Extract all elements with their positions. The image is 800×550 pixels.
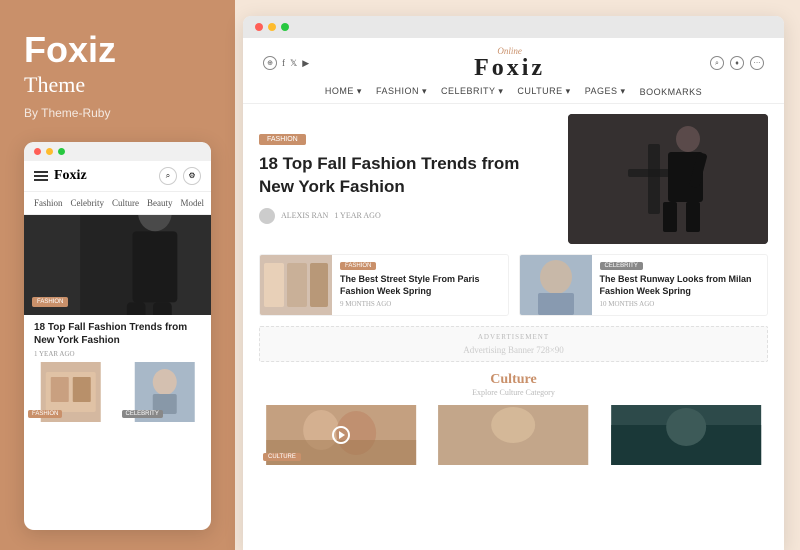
mobile-thumb-1: FASHION [24,362,118,422]
search-icon[interactable]: ⌕ [710,56,724,70]
brand-subtitle: Theme [24,72,211,98]
hamburger-icon[interactable] [34,171,48,181]
desk-dot-red [255,23,263,31]
nav-culture[interactable]: CULTURE ▾ [517,86,570,97]
mobile-meta-time: 1 YEAR AGO [34,350,75,358]
dot-red [34,148,41,155]
mobile-thumb1-badge: FASHION [28,410,62,418]
card1-meta: 9 MONTHS AGO [340,300,500,308]
culture-title: Culture [490,372,536,388]
mobile-thumb2-badge: CELEBRITY [122,410,163,418]
brand-name: Foxiz [24,30,211,70]
left-panel: Foxiz Theme By Theme-Ruby Foxiz ⌕ ⚙ Fash… [0,0,235,550]
culture-card-1: CULTURE [259,405,423,465]
hero-author: ALEXIS RAN [281,211,328,220]
nav-home[interactable]: HOME ▾ [325,86,362,97]
hero-tag: FASHION [259,134,306,145]
ad-banner: ADVERTISEMENT Advertising Banner 728×90 [259,326,768,362]
mobile-nav: Fashion Celebrity Culture Beauty Model [24,192,211,215]
mobile-header-right: ⌕ ⚙ [159,167,201,185]
article-card-1: FASHION The Best Street Style From Paris… [259,254,509,316]
mobile-thumbnails: FASHION CELEBRITY [24,362,211,422]
culture-cards: CULTURE [259,405,768,465]
culture-card-2 [431,405,595,465]
mobile-hero-meta: 1 YEAR AGO [34,350,201,358]
search-icon[interactable]: ⌕ [159,167,177,185]
card2-time: 10 MONTHS AGO [600,300,655,308]
nav-bookmarks[interactable]: BOOKMARKS [640,87,703,97]
desktop-header: ⊕ f 𝕏 ▶ Online Foxiz ⌕ ♦ ··· HOME ▾ FASH… [243,38,784,104]
mobile-thumb-2: CELEBRITY [118,362,212,422]
culture-section: Culture Explore Culture Category CULTUR [259,372,768,465]
ad-content: Advertising Banner 728×90 [266,345,761,355]
hero-image [568,114,768,244]
desktop-header-right-icons: ⌕ ♦ ··· [710,56,764,70]
desktop-logo-main: Foxiz [474,56,545,80]
hero-section: FASHION 18 Top Fall Fashion Trends from … [259,114,768,244]
desktop-logo-wrap: Online Foxiz [474,46,545,80]
dot-yellow [46,148,53,155]
culture-subtitle: Explore Culture Category [472,388,555,397]
settings-icon[interactable]: ⚙ [183,167,201,185]
mobile-header: Foxiz ⌕ ⚙ [24,161,211,192]
nav-celebrity[interactable]: CELEBRITY ▾ [441,86,503,97]
author-avatar [259,208,275,224]
mobile-nav-beauty[interactable]: Beauty [147,198,173,208]
ad-label: ADVERTISEMENT [266,333,761,341]
desktop-body: FASHION 18 Top Fall Fashion Trends from … [243,104,784,550]
culture-card1-badge: CULTURE [263,453,301,461]
user-icon[interactable]: ♦ [730,56,744,70]
hero-meta: ALEXIS RAN 1 YEAR AGO [259,208,556,224]
youtube-icon[interactable]: ▶ [302,58,309,69]
mobile-nav-celebrity[interactable]: Celebrity [71,198,105,208]
card1-time: 9 MONTHS AGO [340,300,391,308]
mobile-hero-title: 18 Top Fall Fashion Trends from New York… [34,321,201,347]
hero-time: 1 YEAR AGO [334,211,380,220]
dot-green [58,148,65,155]
mobile-hero-text: 18 Top Fall Fashion Trends from New York… [24,315,211,362]
mobile-nav-fashion[interactable]: Fashion [34,198,63,208]
culture-header: Culture Explore Culture Category [259,372,768,397]
desk-dot-green [281,23,289,31]
card-thumb-2 [520,255,592,315]
right-panel: ⊕ f 𝕏 ▶ Online Foxiz ⌕ ♦ ··· HOME ▾ FASH… [235,0,800,550]
card-row: FASHION The Best Street Style From Paris… [259,254,768,316]
mobile-content: FASHION 18 Top Fall Fashion Trends from … [24,215,211,530]
mobile-nav-model[interactable]: Model [181,198,205,208]
desk-dot-yellow [268,23,276,31]
desktop-nav: HOME ▾ FASHION ▾ CELEBRITY ▾ CULTURE ▾ P… [263,86,764,97]
nav-fashion[interactable]: FASHION ▾ [376,86,427,97]
card2-tag: CELEBRITY [600,262,643,270]
mobile-nav-culture[interactable]: Culture [112,198,139,208]
nav-pages[interactable]: PAGES ▾ [585,86,626,97]
globe-icon[interactable]: ⊕ [263,56,277,70]
article-card-2: CELEBRITY The Best Runway Looks from Mil… [519,254,769,316]
desktop-header-left-icons: ⊕ f 𝕏 ▶ [263,56,309,70]
mobile-hero-image: FASHION [24,215,211,315]
more-icon[interactable]: ··· [750,56,764,70]
mobile-header-left: Foxiz [34,168,87,184]
facebook-icon[interactable]: f [282,58,285,68]
hero-title: 18 Top Fall Fashion Trends from New York… [259,153,556,197]
card-thumb-1 [260,255,332,315]
play-button[interactable] [332,426,350,444]
mobile-hero-badge: FASHION [32,297,68,307]
card2-title: The Best Runway Looks from Milan Fashion… [600,274,760,297]
mobile-preview: Foxiz ⌕ ⚙ Fashion Celebrity Culture Beau… [24,142,211,530]
card2-meta: 10 MONTHS AGO [600,300,760,308]
card1-tag: FASHION [340,262,376,270]
culture-card-3 [604,405,768,465]
desktop-header-top: ⊕ f 𝕏 ▶ Online Foxiz ⌕ ♦ ··· [263,46,764,80]
card1-title: The Best Street Style From Paris Fashion… [340,274,500,297]
desktop-top-bar [243,16,784,38]
card-content-1: FASHION The Best Street Style From Paris… [340,255,508,315]
brand-credit: By Theme-Ruby [24,106,211,120]
card-content-2: CELEBRITY The Best Runway Looks from Mil… [600,255,768,315]
hero-text: FASHION 18 Top Fall Fashion Trends from … [259,114,556,244]
mobile-top-bar [24,142,211,161]
desktop-preview: ⊕ f 𝕏 ▶ Online Foxiz ⌕ ♦ ··· HOME ▾ FASH… [243,16,784,550]
mobile-logo: Foxiz [54,168,87,184]
twitter-icon[interactable]: 𝕏 [290,58,297,69]
